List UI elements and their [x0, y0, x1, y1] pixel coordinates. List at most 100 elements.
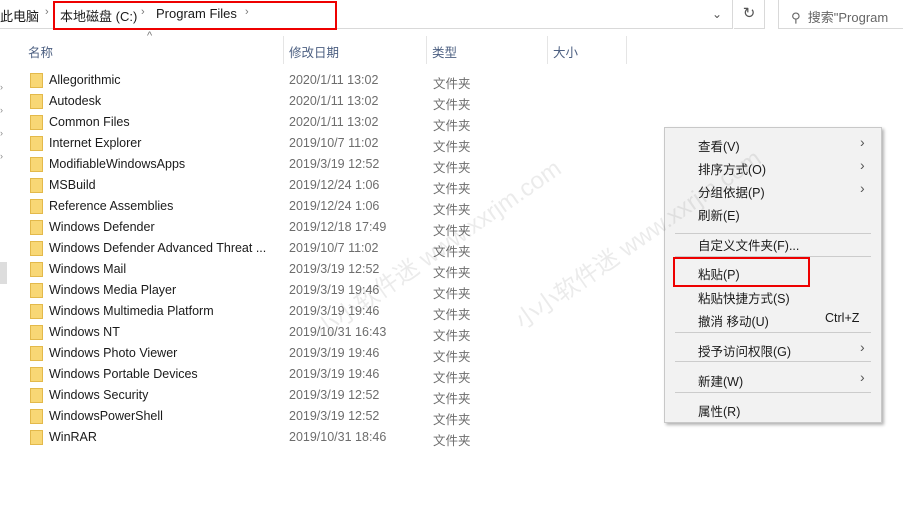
file-date: 2020/1/11 13:02 [289, 115, 379, 129]
column-header-type[interactable]: 类型 [432, 42, 457, 61]
file-name: Windows Security [49, 388, 149, 402]
breadcrumb-this-pc[interactable]: 此电脑 [0, 6, 39, 25]
menu-separator [675, 233, 871, 234]
refresh-button[interactable]: ↻ [734, 0, 765, 29]
file-type: 文件夹 [433, 434, 471, 448]
file-row[interactable]: Windows Portable Devices 2019/3/19 19:46… [27, 364, 477, 385]
menu-item-label: 自定义文件夹(F)... [698, 239, 800, 253]
file-date: 2019/10/7 11:02 [289, 136, 379, 150]
file-row[interactable]: Windows Photo Viewer 2019/3/19 19:46 文件夹 [27, 343, 477, 364]
sort-ascending-icon: ^ [147, 30, 153, 42]
menu-item-label: 分组依据(P) [698, 186, 765, 200]
file-date: 2019/3/19 12:52 [289, 409, 380, 423]
file-row[interactable]: MSBuild 2019/12/24 1:06 文件夹 [27, 175, 477, 196]
search-icon: ⚲ [791, 10, 801, 25]
menu-separator [675, 361, 871, 362]
file-date: 2019/10/31 16:43 [289, 325, 387, 339]
file-row[interactable]: Allegorithmic 2020/1/11 13:02 文件夹 [27, 70, 477, 91]
folder-icon [30, 262, 43, 277]
column-header-date[interactable]: 修改日期 [289, 42, 339, 61]
file-row[interactable]: Windows NT 2019/10/31 16:43 文件夹 [27, 322, 477, 343]
folder-icon [30, 178, 43, 193]
file-type: 文件夹 [433, 119, 471, 133]
context-menu-item[interactable]: 撤消 移动(U) Ctrl+Z [698, 311, 868, 330]
menu-item-label: 刷新(E) [698, 209, 740, 223]
context-menu: 查看(V) › 排序方式(O) › 分组依据(P) › 刷新(E) 自定义文件夹(F)... 粘… [664, 127, 882, 423]
context-menu-item[interactable]: 新建(W) [698, 371, 868, 390]
file-date: 2019/3/19 19:46 [289, 283, 380, 297]
file-row[interactable]: Windows Media Player 2019/3/19 19:46 文件夹 [27, 280, 477, 301]
breadcrumb-separator-icon[interactable]: › [45, 6, 49, 18]
file-type: 文件夹 [433, 98, 471, 112]
file-row[interactable]: ModifiableWindowsApps 2019/3/19 12:52 文件… [27, 154, 477, 175]
nav-expand-icon[interactable]: › [0, 105, 4, 115]
file-date: 2020/1/11 13:02 [289, 73, 379, 87]
chevron-right-icon: › [860, 157, 865, 173]
file-row[interactable]: Autodesk 2020/1/11 13:02 文件夹 [27, 91, 477, 112]
file-row[interactable]: WindowsPowerShell 2019/3/19 12:52 文件夹 [27, 406, 477, 427]
file-type: 文件夹 [433, 203, 471, 217]
folder-icon [30, 220, 43, 235]
folder-icon [30, 388, 43, 403]
file-row[interactable]: Reference Assemblies 2019/12/24 1:06 文件夹 [27, 196, 477, 217]
nav-selected-item[interactable] [0, 262, 7, 284]
highlight-box-breadcrumb [53, 1, 337, 30]
column-divider[interactable] [547, 36, 548, 64]
file-row[interactable]: WinRAR 2019/10/31 18:46 文件夹 [27, 427, 477, 448]
context-menu-item[interactable]: 自定义文件夹(F)... [698, 235, 868, 254]
menu-item-label: 授予访问权限(G) [698, 345, 792, 359]
context-menu-item[interactable]: 查看(V) [698, 136, 868, 155]
folder-icon [30, 325, 43, 340]
file-row[interactable]: Internet Explorer 2019/10/7 11:02 文件夹 [27, 133, 477, 154]
column-divider[interactable] [283, 36, 284, 64]
file-row[interactable]: Common Files 2020/1/11 13:02 文件夹 [27, 112, 477, 133]
file-name: Common Files [49, 115, 130, 129]
file-date: 2019/3/19 12:52 [289, 388, 380, 402]
file-name: ModifiableWindowsApps [49, 157, 186, 171]
folder-icon [30, 430, 43, 445]
file-row[interactable]: Windows Defender Advanced Threat ... 201… [27, 238, 477, 259]
context-menu-item[interactable]: 刷新(E) [698, 205, 868, 224]
file-date: 2019/12/18 17:49 [289, 220, 387, 234]
file-date: 2019/12/24 1:06 [289, 199, 380, 213]
file-row[interactable]: Windows Mail 2019/3/19 12:52 文件夹 [27, 259, 477, 280]
menu-item-label: 属性(R) [698, 405, 741, 419]
column-header-name[interactable]: 名称 [28, 42, 53, 61]
nav-expand-icon[interactable]: › [0, 128, 4, 138]
context-menu-item[interactable]: 授予访问权限(G) [698, 341, 868, 360]
context-menu-item[interactable]: 分组依据(P) [698, 182, 868, 201]
nav-expand-icon[interactable]: › [0, 151, 4, 161]
folder-icon [30, 241, 43, 256]
context-menu-item[interactable]: 排序方式(O) [698, 159, 868, 178]
file-row[interactable]: Windows Multimedia Platform 2019/3/19 19… [27, 301, 477, 322]
context-menu-item[interactable]: 属性(R) [698, 401, 868, 420]
file-type: 文件夹 [433, 140, 471, 154]
file-row[interactable]: Windows Security 2019/3/19 12:52 文件夹 [27, 385, 477, 406]
file-date: 2019/3/19 19:46 [289, 367, 380, 381]
context-menu-item[interactable]: 粘贴快捷方式(S) [698, 288, 868, 307]
search-input[interactable]: ⚲ 搜索"Program [778, 0, 903, 29]
folder-icon [30, 346, 43, 361]
file-type: 文件夹 [433, 161, 471, 175]
file-type: 文件夹 [433, 245, 471, 259]
column-header-size[interactable]: 大小 [553, 42, 578, 61]
folder-icon [30, 115, 43, 130]
file-type: 文件夹 [433, 392, 471, 406]
column-divider[interactable] [626, 36, 627, 64]
file-name: Windows Portable Devices [49, 367, 198, 381]
file-name: Windows Multimedia Platform [49, 304, 214, 318]
file-name: Internet Explorer [49, 136, 142, 150]
file-name: Allegorithmic [49, 73, 121, 87]
file-name: Windows Mail [49, 262, 127, 276]
file-date: 2019/3/19 12:52 [289, 157, 380, 171]
file-name: Windows Photo Viewer [49, 346, 178, 360]
file-date: 2019/12/24 1:06 [289, 178, 380, 192]
file-date: 2019/3/19 19:46 [289, 304, 380, 318]
file-type: 文件夹 [433, 413, 471, 427]
file-type: 文件夹 [433, 224, 471, 238]
folder-icon [30, 136, 43, 151]
file-row[interactable]: Windows Defender 2019/12/18 17:49 文件夹 [27, 217, 477, 238]
nav-expand-icon[interactable]: › [0, 82, 4, 92]
chevron-down-icon[interactable]: ⌄ [712, 7, 722, 21]
column-divider[interactable] [426, 36, 427, 64]
